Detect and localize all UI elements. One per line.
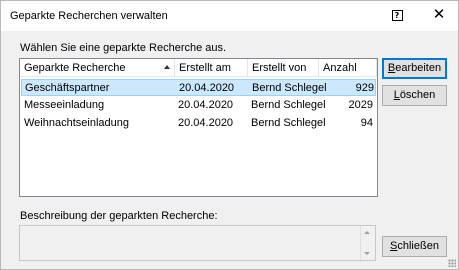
title-bar: Geparkte Recherchen verwalten ? ✕ [1,1,458,31]
close-icon[interactable]: ✕ [432,7,446,22]
resize-grip-icon[interactable] [448,259,456,267]
table-row[interactable]: Messeeinladung 20.04.2020 Bernd Schlegel… [21,97,376,114]
edit-button[interactable]: Bearbeiten [382,58,447,79]
window-title: Geparkte Recherchen verwalten [10,10,168,22]
table-row[interactable]: Weihnachtseinladung 20.04.2020 Bernd Sch… [21,115,376,132]
cell-date: 20.04.2020 [179,82,235,94]
help-button[interactable]: ? [390,9,404,21]
cell-count: 929 [355,82,374,94]
cell-author: Bernd Schlegel [251,117,326,129]
description-label: Beschreibung der geparkten Recherche: [20,210,218,222]
column-header-author[interactable]: Erstellt von [248,59,319,77]
cell-date: 20.04.2020 [178,117,234,129]
cell-name: Weihnachtseinladung [24,117,129,129]
column-header-name-label: Geparkte Recherche [24,62,126,74]
parked-searches-list[interactable]: Geparkte Recherche Erstellt am Erstellt … [19,58,378,197]
cell-count: 2029 [348,99,373,111]
column-header-count-label: Anzahl [323,62,357,74]
cell-date: 20.04.2020 [178,99,234,111]
column-header-count[interactable]: Anzahl [319,59,377,77]
column-header-author-label: Erstellt von [252,62,307,74]
cell-author: Bernd Schlegel [252,82,327,94]
scroll-up-icon[interactable] [364,231,370,234]
column-header-date-label: Erstellt am [179,62,231,74]
edit-button-label: earbeiten [395,62,442,74]
column-header-name[interactable]: Geparkte Recherche [20,59,175,77]
close-button[interactable]: Schließen [382,236,447,257]
description-scrollbar[interactable] [360,226,375,260]
scroll-down-icon[interactable] [364,252,370,255]
cell-name: Messeeinladung [24,99,105,111]
delete-button-label: öschen [399,89,436,101]
cell-name: Geschäftspartner [25,82,110,94]
help-icon: ? [391,9,403,21]
column-header-date[interactable]: Erstellt am [175,59,248,77]
delete-button[interactable]: Löschen [382,85,447,106]
description-textarea[interactable] [19,225,376,261]
cell-author: Bernd Schlegel [251,99,326,111]
table-row[interactable]: Geschäftspartner 20.04.2020 Bernd Schleg… [21,79,376,96]
sort-ascending-icon [164,65,170,69]
instruction-label: Wählen Sie eine geparkte Recherche aus. [20,42,227,54]
cell-count: 94 [360,117,373,129]
close-button-label: chließen [397,240,439,252]
dialog-window: Geparkte Recherchen verwalten ? ✕ Wählen… [0,0,459,270]
list-header: Geparkte Recherche Erstellt am Erstellt … [20,59,377,78]
